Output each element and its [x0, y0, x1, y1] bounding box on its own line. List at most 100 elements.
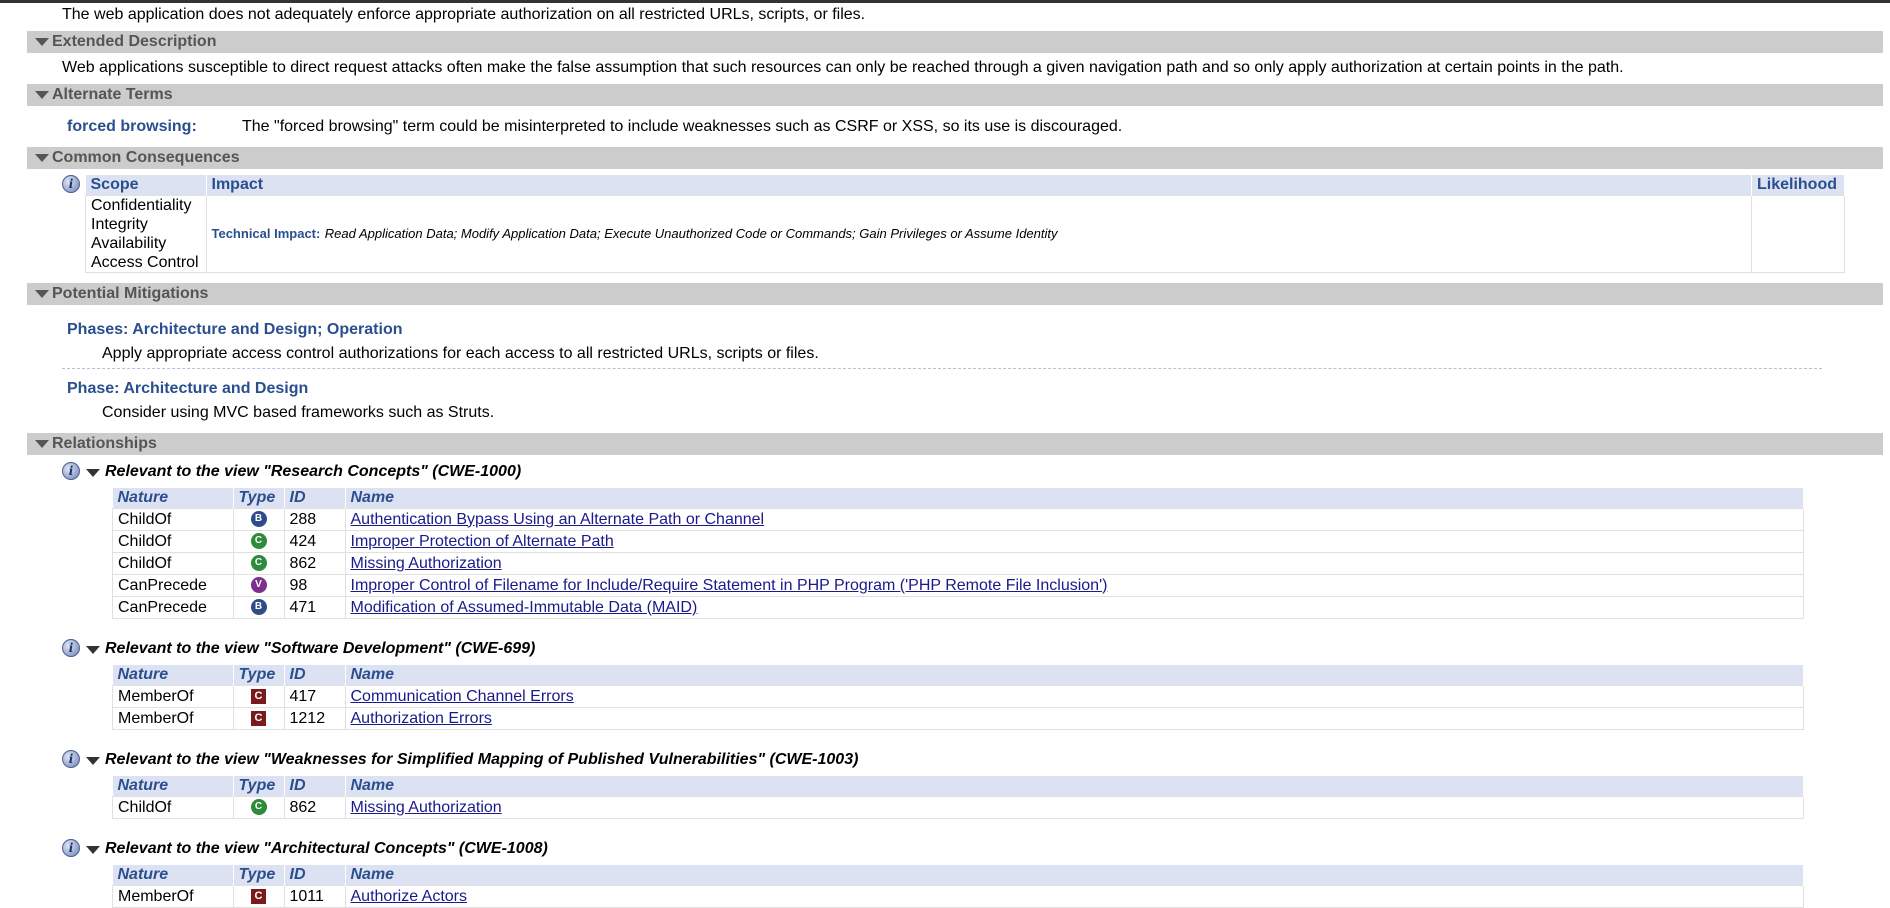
column-header-nature: Nature — [112, 488, 234, 509]
name-cell: Modification of Assumed-Immutable Data (… — [344, 596, 1804, 619]
mitigation-text: Consider using MVC based frameworks such… — [102, 404, 495, 421]
column-header-id: ID — [284, 488, 346, 509]
name-cell: Missing Authorization — [344, 552, 1804, 575]
info-icon[interactable]: i — [62, 639, 80, 657]
section-header-alternate-terms[interactable]: Alternate Terms — [27, 84, 1883, 106]
type-cell: V — [232, 574, 285, 597]
type-cell: C — [232, 552, 285, 575]
column-header-id: ID — [284, 665, 346, 686]
type-cell: B — [232, 508, 285, 531]
base-weakness-icon: B — [250, 599, 267, 616]
relationships-table: Nature Type ID Name ChildOf C 862 Missin… — [112, 776, 1804, 819]
section-header-extended-description[interactable]: Extended Description — [27, 31, 1883, 53]
section-header-potential-mitigations[interactable]: Potential Mitigations — [27, 283, 1883, 305]
id-cell: 424 — [283, 530, 346, 553]
weakness-link[interactable]: Modification of Assumed-Immutable Data (… — [351, 599, 698, 616]
weakness-link[interactable]: Missing Authorization — [351, 799, 502, 816]
triangle-down-icon[interactable] — [35, 290, 49, 298]
weakness-link[interactable]: Communication Channel Errors — [351, 688, 574, 705]
triangle-down-icon[interactable] — [35, 440, 49, 448]
name-cell: Authorization Errors — [344, 707, 1804, 730]
base-weakness-icon: B — [250, 511, 267, 528]
class-weakness-icon: C — [250, 555, 267, 572]
info-icon[interactable]: i — [62, 462, 80, 480]
nature-cell: CanPrecede — [112, 574, 234, 597]
nature-cell: MemberOf — [112, 707, 234, 730]
type-cell: C — [232, 685, 285, 708]
top-border — [0, 0, 1890, 3]
column-header-likelihood: Likelihood — [1751, 175, 1845, 196]
triangle-down-icon[interactable] — [86, 469, 100, 477]
id-cell: 862 — [283, 552, 346, 575]
view-title: Relevant to the view "Research Concepts"… — [105, 463, 522, 480]
table-row: MemberOf C 1011 Authorize Actors — [112, 885, 1804, 908]
id-cell: 1011 — [283, 885, 346, 908]
mitigation-phase: Phases: Architecture and Design; Operati… — [67, 321, 403, 338]
nature-cell: MemberOf — [112, 885, 234, 908]
triangle-down-icon[interactable] — [86, 846, 100, 854]
table-row: CanPrecede B 471 Modification of Assumed… — [112, 596, 1804, 619]
triangle-down-icon[interactable] — [35, 154, 49, 162]
nature-cell: ChildOf — [112, 508, 234, 531]
info-icon[interactable]: i — [62, 175, 80, 193]
column-header-type: Type — [233, 665, 285, 686]
technical-impact-text: Read Application Data; Modify Applicatio… — [324, 226, 1058, 241]
section-header-relationships[interactable]: Relationships — [27, 433, 1883, 455]
table-row: MemberOf C 417 Communication Channel Err… — [112, 685, 1804, 708]
technical-impact-label: Technical Impact: — [211, 226, 321, 241]
scope-cell: Confidentiality Integrity Availability A… — [85, 195, 207, 273]
scope-item: Integrity — [91, 216, 148, 233]
triangle-down-icon[interactable] — [35, 91, 49, 99]
section-header-common-consequences[interactable]: Common Consequences — [27, 147, 1883, 169]
category-icon: C — [251, 710, 266, 726]
info-icon[interactable]: i — [62, 839, 80, 857]
name-cell: Authorize Actors — [344, 885, 1804, 908]
triangle-down-icon[interactable] — [86, 757, 100, 765]
column-header-name: Name — [345, 488, 1804, 509]
weakness-link[interactable]: Authorize Actors — [351, 888, 468, 905]
type-cell: C — [232, 885, 285, 908]
scope-item: Availability — [91, 235, 167, 252]
table-row: CanPrecede V 98 Improper Control of File… — [112, 574, 1804, 597]
nature-cell: ChildOf — [112, 530, 234, 553]
section-title: Relationships — [52, 435, 157, 452]
table-row: MemberOf C 1212 Authorization Errors — [112, 707, 1804, 730]
column-header-nature: Nature — [112, 665, 234, 686]
section-title: Common Consequences — [52, 149, 240, 166]
category-icon: C — [251, 688, 266, 704]
table-row: ChildOf C 424 Improper Protection of Alt… — [112, 530, 1804, 553]
nature-cell: MemberOf — [112, 685, 234, 708]
weakness-link[interactable]: Authorization Errors — [351, 710, 492, 727]
table-row: ChildOf B 288 Authentication Bypass Usin… — [112, 508, 1804, 531]
weakness-link[interactable]: Improper Protection of Alternate Path — [351, 533, 614, 550]
mitigation-phase: Phase: Architecture and Design — [67, 380, 309, 397]
table-row: ChildOf C 862 Missing Authorization — [112, 552, 1804, 575]
info-icon[interactable]: i — [62, 750, 80, 768]
column-header-id: ID — [284, 776, 346, 797]
weakness-link[interactable]: Improper Control of Filename for Include… — [351, 577, 1108, 594]
id-cell: 471 — [283, 596, 346, 619]
name-cell: Communication Channel Errors — [344, 685, 1804, 708]
triangle-down-icon[interactable] — [35, 38, 49, 46]
variant-weakness-icon: V — [250, 577, 267, 594]
weakness-link[interactable]: Authentication Bypass Using an Alternate… — [351, 511, 765, 528]
name-cell: Improper Control of Filename for Include… — [344, 574, 1804, 597]
description-text: The web application does not adequately … — [62, 6, 866, 23]
scope-item: Confidentiality — [91, 197, 192, 214]
relationships-table: Nature Type ID Name ChildOf B 288 Authen… — [112, 488, 1804, 619]
relationships-table: Nature Type ID Name MemberOf C 1011 Auth… — [112, 865, 1804, 908]
extended-description-text: Web applications susceptible to direct r… — [62, 59, 1624, 76]
type-cell: B — [232, 596, 285, 619]
impact-cell: Technical Impact: Read Application Data;… — [205, 195, 1752, 273]
section-title: Potential Mitigations — [52, 285, 209, 302]
triangle-down-icon[interactable] — [86, 646, 100, 654]
mitigation-text: Apply appropriate access control authori… — [102, 345, 819, 362]
weakness-link[interactable]: Missing Authorization — [351, 555, 502, 572]
id-cell: 1212 — [283, 707, 346, 730]
type-cell: C — [232, 796, 285, 819]
class-weakness-icon: C — [250, 799, 267, 816]
id-cell: 98 — [283, 574, 346, 597]
column-header-type: Type — [233, 865, 285, 886]
consequences-table: Scope Impact Likelihood Confidentiality … — [85, 175, 1845, 273]
column-header-name: Name — [345, 865, 1804, 886]
